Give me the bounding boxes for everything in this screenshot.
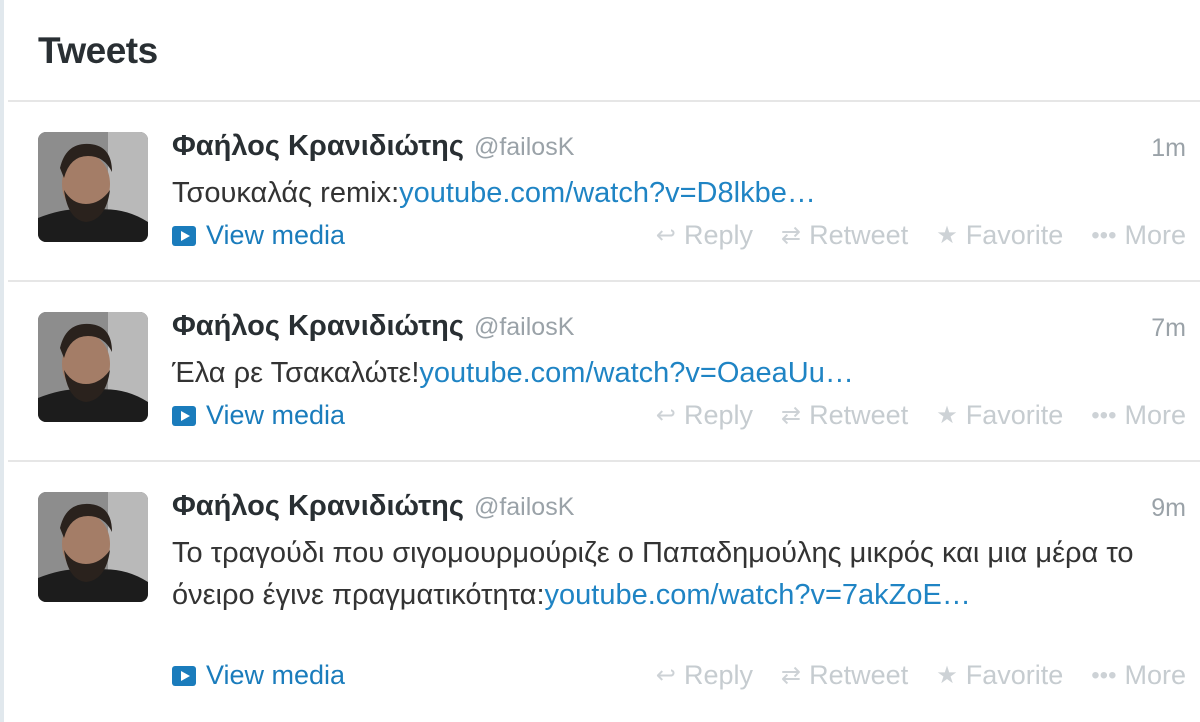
reply-button[interactable]: ↩ Reply — [656, 400, 753, 431]
reply-button[interactable]: ↩ Reply — [656, 660, 753, 691]
tweet-header: Φαήλος Κρανιδιώτης @failosK — [172, 490, 574, 530]
favorite-label: Favorite — [965, 660, 1064, 690]
tweet-timestamp[interactable]: 9m — [1151, 494, 1186, 523]
tweet-username[interactable]: @failosK — [474, 313, 574, 342]
tweet-username[interactable]: @failosK — [474, 493, 574, 522]
tweet-timestamp[interactable]: 7m — [1151, 314, 1186, 343]
tweet-text: Το τραγούδι που σιγομουρμούριζε ο Παπαδη… — [172, 532, 1162, 616]
tweet-username[interactable]: @failosK — [474, 133, 574, 162]
retweet-label: Retweet — [809, 220, 909, 250]
tweet-actions: ↩ Reply ⇄ Retweet ★ Favorite ••• More — [628, 220, 1186, 251]
tweet-fullname[interactable]: Φαήλος Κρανιδιώτης — [172, 310, 464, 343]
star-icon: ★ — [936, 662, 958, 689]
view-media-label: View media — [206, 220, 346, 250]
view-media-button[interactable]: View media — [172, 400, 345, 431]
play-icon — [172, 665, 196, 686]
avatar[interactable] — [38, 132, 148, 242]
tweet-actions: ↩ Reply ⇄ Retweet ★ Favorite ••• More — [628, 660, 1186, 691]
reply-label: Reply — [684, 660, 754, 690]
view-media-button[interactable]: View media — [172, 220, 345, 251]
tweet-timestamp[interactable]: 1m — [1151, 134, 1186, 163]
play-icon — [172, 225, 196, 246]
view-media-label: View media — [206, 660, 346, 690]
more-dots-icon: ••• — [1091, 221, 1117, 249]
tweet-text-body: Τσουκαλάς remix: — [172, 177, 400, 209]
tweets-header: Tweets — [8, 0, 1200, 102]
more-button[interactable]: ••• More — [1091, 400, 1186, 431]
retweet-button[interactable]: ⇄ Retweet — [781, 660, 908, 691]
avatar[interactable] — [38, 312, 148, 422]
star-icon: ★ — [936, 222, 958, 249]
view-media-button[interactable]: View media — [172, 660, 345, 691]
more-button[interactable]: ••• More — [1091, 660, 1186, 691]
tweet-link[interactable]: youtube.com/watch?v=7akZoE… — [545, 579, 971, 611]
tweet-item[interactable]: Φαήλος Κρανιδιώτης @failosK 7m Έλα ρε Τσ… — [8, 282, 1200, 462]
tweet-header: Φαήλος Κρανιδιώτης @failosK — [172, 310, 574, 350]
more-dots-icon: ••• — [1091, 661, 1117, 689]
tweets-panel: Tweets Φαήλος Κρανιδιώτης @failosK 1m Τσ… — [0, 0, 1200, 722]
tweet-header: Φαήλος Κρανιδιώτης @failosK — [172, 130, 574, 170]
tweet-link[interactable]: youtube.com/watch?v=OaeaUu… — [419, 357, 853, 389]
more-label: More — [1124, 220, 1186, 250]
retweet-icon: ⇄ — [781, 402, 802, 429]
tweet-text: Έλα ρε Τσακαλώτε!youtube.com/watch?v=Oae… — [172, 352, 1162, 394]
reply-icon: ↩ — [655, 662, 676, 689]
tweet-text: Τσουκαλάς remix:youtube.com/watch?v=D8lk… — [172, 172, 1162, 214]
more-label: More — [1124, 400, 1186, 430]
tweet-item[interactable]: Φαήλος Κρανιδιώτης @failosK 1m Τσουκαλάς… — [8, 102, 1200, 282]
retweet-button[interactable]: ⇄ Retweet — [781, 400, 908, 431]
retweet-button[interactable]: ⇄ Retweet — [781, 220, 908, 251]
more-button[interactable]: ••• More — [1091, 220, 1186, 251]
retweet-icon: ⇄ — [781, 662, 802, 689]
favorite-button[interactable]: ★ Favorite — [936, 220, 1063, 251]
reply-label: Reply — [684, 400, 754, 430]
star-icon: ★ — [936, 402, 958, 429]
favorite-button[interactable]: ★ Favorite — [936, 400, 1063, 431]
play-icon — [172, 405, 196, 426]
reply-icon: ↩ — [655, 402, 676, 429]
favorite-button[interactable]: ★ Favorite — [936, 660, 1063, 691]
tweet-link[interactable]: youtube.com/watch?v=D8lkbe… — [399, 177, 816, 209]
avatar[interactable] — [38, 492, 148, 602]
page-title: Tweets — [38, 30, 158, 71]
retweet-icon: ⇄ — [781, 222, 802, 249]
view-media-label: View media — [206, 400, 346, 430]
tweet-item[interactable]: Φαήλος Κρανιδιώτης @failosK 9m Το τραγού… — [8, 462, 1200, 722]
favorite-label: Favorite — [965, 220, 1064, 250]
tweet-text-body: Έλα ρε Τσακαλώτε! — [172, 357, 420, 389]
tweet-fullname[interactable]: Φαήλος Κρανιδιώτης — [172, 490, 464, 523]
tweet-fullname[interactable]: Φαήλος Κρανιδιώτης — [172, 130, 464, 163]
more-dots-icon: ••• — [1091, 401, 1117, 429]
reply-icon: ↩ — [655, 222, 676, 249]
tweet-actions: ↩ Reply ⇄ Retweet ★ Favorite ••• More — [628, 400, 1186, 431]
favorite-label: Favorite — [965, 400, 1064, 430]
retweet-label: Retweet — [809, 660, 909, 690]
retweet-label: Retweet — [809, 400, 909, 430]
reply-button[interactable]: ↩ Reply — [656, 220, 753, 251]
more-label: More — [1124, 660, 1186, 690]
reply-label: Reply — [684, 220, 754, 250]
